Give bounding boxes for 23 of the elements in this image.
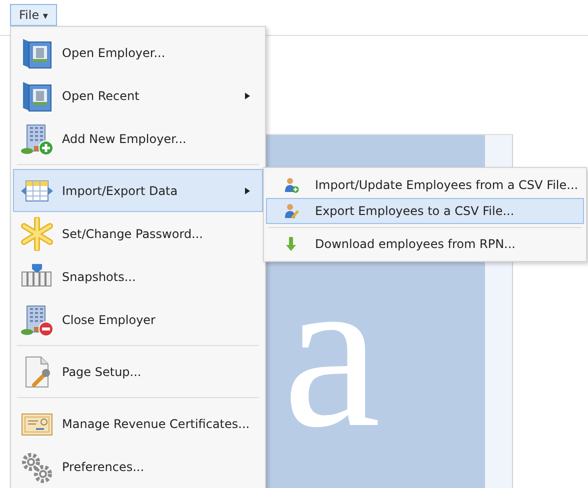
menu-item[interactable]: Close Employer [13,298,263,341]
menu-item[interactable]: Open Recent [13,74,263,117]
person-edit-icon [283,203,299,219]
submenu-item[interactable]: Import/Update Employees from a CSV File... [266,172,584,198]
building-remove-icon [20,302,54,336]
submenu-arrow-icon [245,92,250,100]
menu-item[interactable]: Add New Employer... [13,117,263,160]
submenu-arrow-icon [245,186,250,194]
logo-letter: a [283,263,381,439]
file-menu-button[interactable]: File ▾ [10,4,57,26]
submenu-item[interactable]: Export Employees to a CSV File... [266,198,584,224]
menu-item[interactable]: Preferences... [13,445,263,488]
menu-item[interactable]: Open Employer... [13,31,263,74]
menu-item[interactable]: Import/Export Data [13,169,263,212]
menu-item[interactable]: Snapshots... [13,255,263,298]
submenu-item[interactable]: Download employees from RPN... [266,231,584,257]
person-add-icon [283,177,299,193]
asterisk-icon [20,216,54,250]
download-icon [283,236,299,252]
menu-item[interactable]: Set/Change Password... [13,212,263,255]
menu-item[interactable]: Page Setup... [13,350,263,393]
building-add-icon [20,122,54,156]
menu-item[interactable]: Manage Revenue Certificates... [13,402,263,445]
